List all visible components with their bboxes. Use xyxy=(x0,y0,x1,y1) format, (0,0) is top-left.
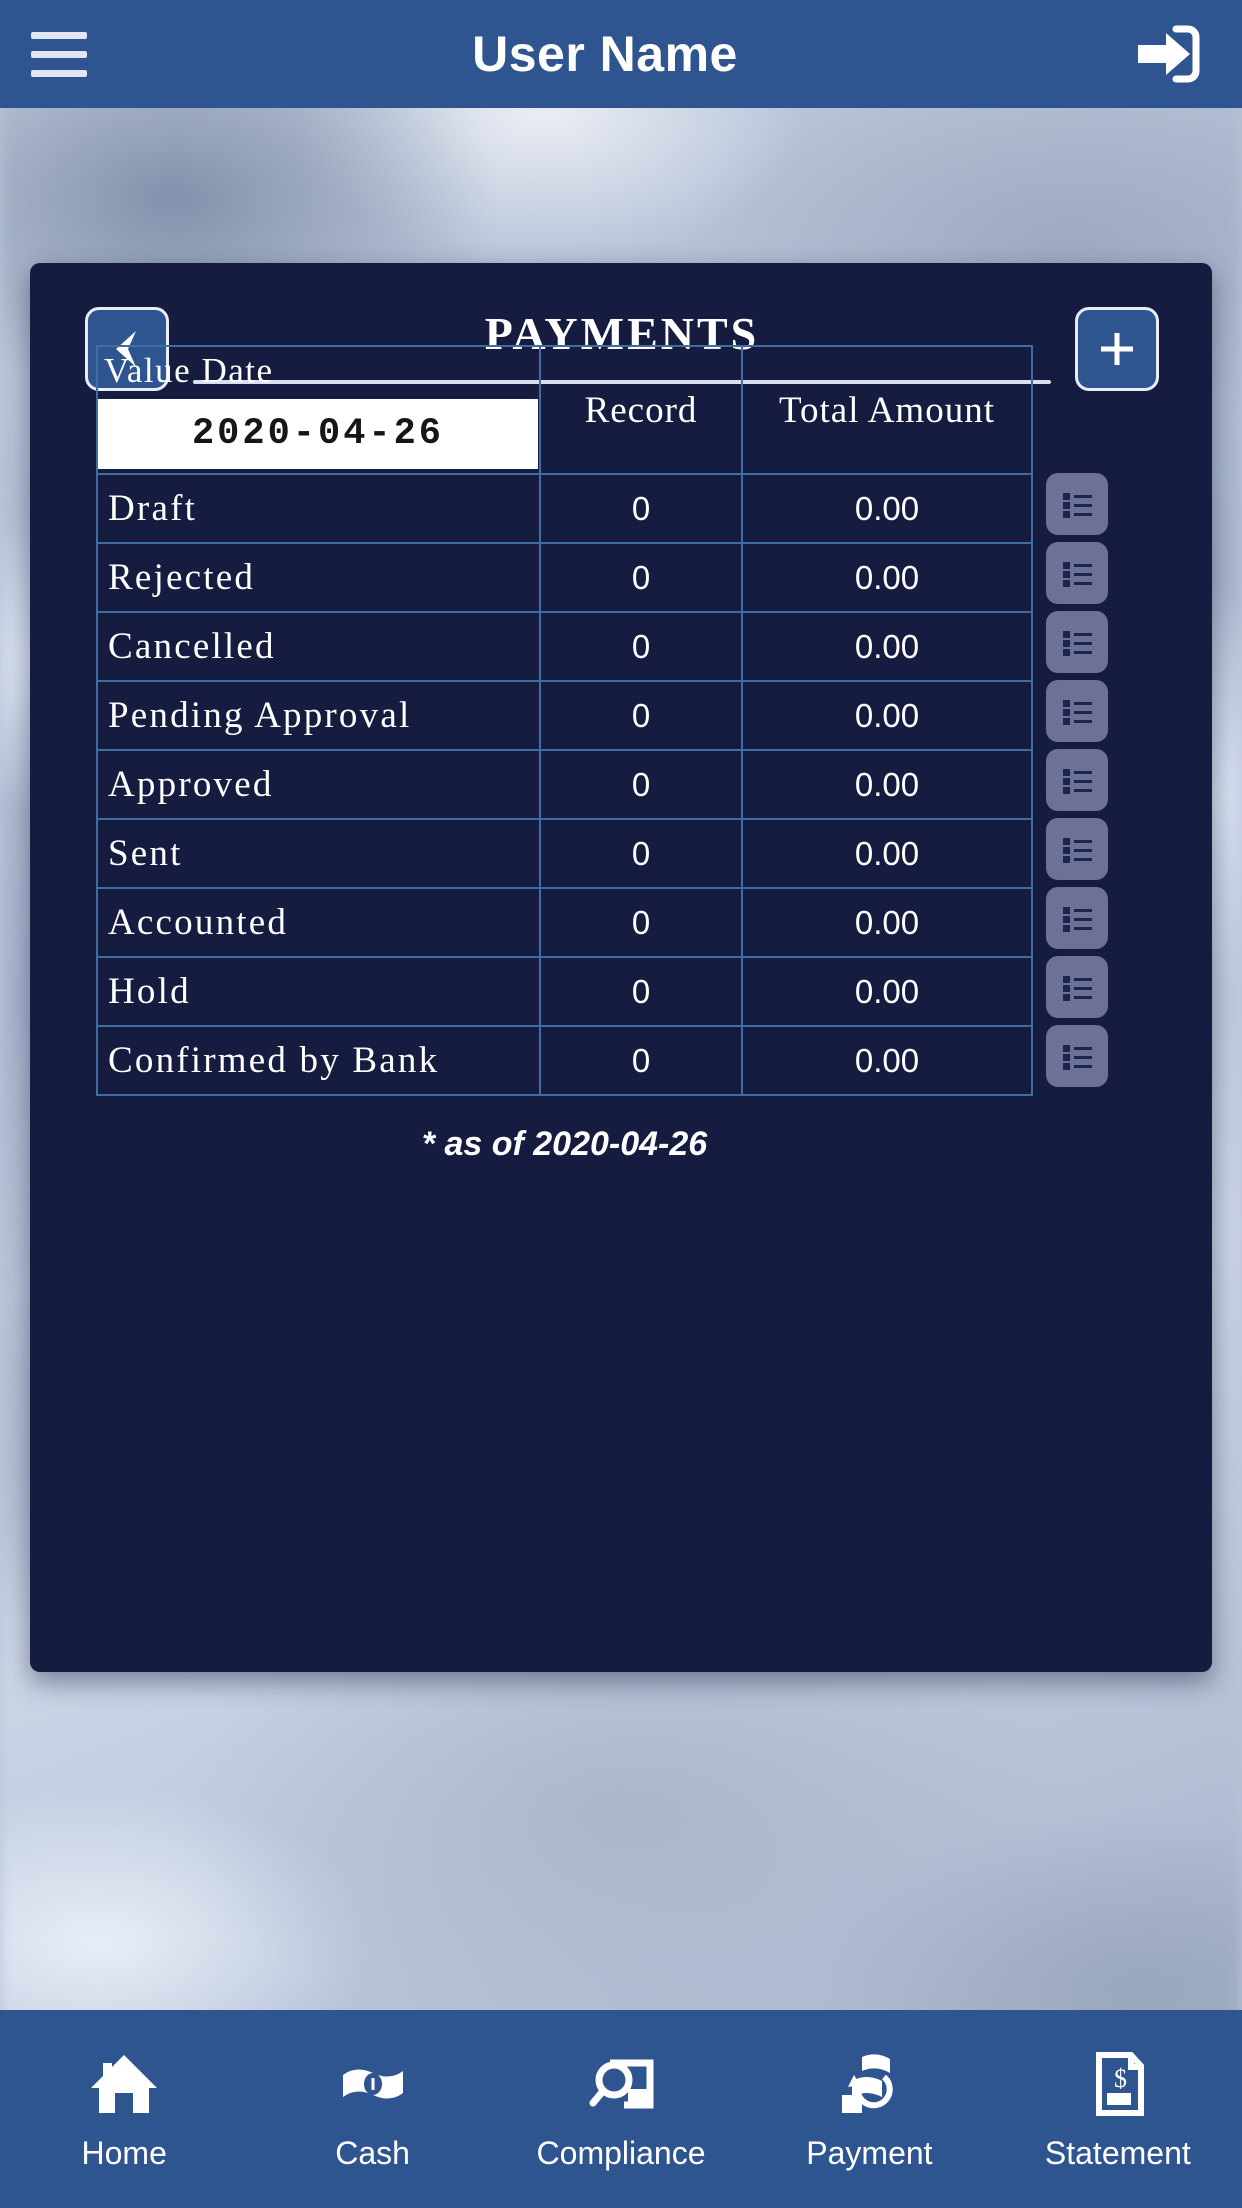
row-status-label: Approved xyxy=(96,749,541,820)
page-title: User Name xyxy=(472,26,738,82)
row-list-button[interactable] xyxy=(1046,818,1108,880)
bottom-navigation-bar: Home Cash Compliance Payment $ Statement xyxy=(0,2010,1242,2208)
column-header-record: Record xyxy=(539,345,743,475)
payments-card: PAYMENTS Value Date 2020-04-26 Record To… xyxy=(30,263,1212,1672)
document-dollar-icon: $ xyxy=(1081,2047,1155,2121)
row-record-count: 0 xyxy=(539,956,743,1027)
nav-item-cash[interactable]: Cash xyxy=(248,2010,496,2208)
table-row: Confirmed by Bank 0 0.00 xyxy=(96,1025,1033,1096)
row-total-amount: 0.00 xyxy=(741,1025,1033,1096)
table-row: Hold 0 0.00 xyxy=(96,956,1033,1027)
nav-label-cash: Cash xyxy=(335,2134,410,2171)
hamburger-bar xyxy=(31,69,87,77)
nav-item-statement[interactable]: $ Statement xyxy=(994,2010,1242,2208)
payments-table-area: Value Date 2020-04-26 Record Total Amoun… xyxy=(96,345,1146,1096)
home-icon xyxy=(87,2047,161,2121)
table-row: Approved 0 0.00 xyxy=(96,749,1033,820)
table-row: Draft 0 0.00 xyxy=(96,473,1033,544)
table-header-row: Value Date 2020-04-26 Record Total Amoun… xyxy=(96,345,1033,475)
nav-label-payment: Payment xyxy=(806,2134,933,2171)
row-list-button[interactable] xyxy=(1046,887,1108,949)
table-row: Sent 0 0.00 xyxy=(96,818,1033,889)
row-status-label: Accounted xyxy=(96,887,541,958)
row-total-amount: 0.00 xyxy=(741,818,1033,889)
row-record-count: 0 xyxy=(539,887,743,958)
row-record-count: 0 xyxy=(539,542,743,613)
nav-label-statement: Statement xyxy=(1044,2134,1191,2171)
row-record-count: 0 xyxy=(539,473,743,544)
nav-label-home: Home xyxy=(81,2134,167,2171)
row-total-amount: 0.00 xyxy=(741,611,1033,682)
row-action-button-column xyxy=(1036,473,1146,1094)
list-icon xyxy=(1063,700,1092,725)
list-icon xyxy=(1063,493,1092,518)
row-total-amount: 0.00 xyxy=(741,542,1033,613)
row-status-label: Hold xyxy=(96,956,541,1027)
as-of-note: * as of 2020-04-26 xyxy=(421,1125,708,1163)
row-status-label: Rejected xyxy=(96,542,541,613)
nav-label-compliance: Compliance xyxy=(536,2134,706,2171)
row-record-count: 0 xyxy=(539,818,743,889)
row-record-count: 0 xyxy=(539,680,743,751)
value-date-label: Value Date xyxy=(104,351,274,390)
row-list-button[interactable] xyxy=(1046,749,1108,811)
row-status-label: Pending Approval xyxy=(96,680,541,751)
row-list-button[interactable] xyxy=(1046,473,1108,535)
list-icon xyxy=(1063,838,1092,863)
payments-table: Value Date 2020-04-26 Record Total Amoun… xyxy=(96,345,1033,1096)
magnifier-document-icon xyxy=(584,2047,658,2121)
row-total-amount: 0.00 xyxy=(741,680,1033,751)
list-icon xyxy=(1063,562,1092,587)
hamburger-bar xyxy=(31,31,87,39)
hamburger-bar xyxy=(31,50,87,58)
row-list-button[interactable] xyxy=(1046,611,1108,673)
list-icon xyxy=(1063,1045,1092,1070)
list-icon xyxy=(1063,976,1092,1001)
row-status-label: Confirmed by Bank xyxy=(96,1025,541,1096)
list-icon xyxy=(1063,631,1092,656)
row-total-amount: 0.00 xyxy=(741,749,1033,820)
row-list-button[interactable] xyxy=(1046,542,1108,604)
top-app-bar: User Name xyxy=(0,0,1242,108)
banknote-icon xyxy=(336,2047,410,2121)
row-status-label: Cancelled xyxy=(96,611,541,682)
table-row: Pending Approval 0 0.00 xyxy=(96,680,1033,751)
row-list-button[interactable] xyxy=(1046,956,1108,1018)
table-row: Cancelled 0 0.00 xyxy=(96,611,1033,682)
row-list-button[interactable] xyxy=(1046,680,1108,742)
row-total-amount: 0.00 xyxy=(741,473,1033,544)
nav-item-home[interactable]: Home xyxy=(0,2010,248,2208)
row-total-amount: 0.00 xyxy=(741,956,1033,1027)
value-date-input[interactable]: 2020-04-26 xyxy=(98,399,538,469)
table-row: Rejected 0 0.00 xyxy=(96,542,1033,613)
row-status-label: Draft xyxy=(96,473,541,544)
column-header-total-amount: Total Amount xyxy=(741,345,1033,475)
row-record-count: 0 xyxy=(539,611,743,682)
nav-item-compliance[interactable]: Compliance xyxy=(497,2010,745,2208)
row-record-count: 0 xyxy=(539,1025,743,1096)
hamburger-menu-icon[interactable] xyxy=(0,0,118,108)
row-record-count: 0 xyxy=(539,749,743,820)
svg-text:$: $ xyxy=(1114,2064,1127,2093)
table-body: Draft 0 0.00 Rejected 0 0.00 Cancelled 0 0.00 Pen… xyxy=(96,473,1033,1096)
row-list-button[interactable] xyxy=(1046,1025,1108,1087)
row-status-label: Sent xyxy=(96,818,541,889)
value-date-header: Value Date 2020-04-26 xyxy=(96,345,541,475)
row-total-amount: 0.00 xyxy=(741,887,1033,958)
table-head: Value Date 2020-04-26 Record Total Amoun… xyxy=(96,345,1033,475)
logout-icon[interactable] xyxy=(1092,0,1242,108)
nav-item-payment[interactable]: Payment xyxy=(745,2010,993,2208)
list-icon xyxy=(1063,907,1092,932)
money-transfer-icon xyxy=(832,2047,906,2121)
list-icon xyxy=(1063,769,1092,794)
table-row: Accounted 0 0.00 xyxy=(96,887,1033,958)
